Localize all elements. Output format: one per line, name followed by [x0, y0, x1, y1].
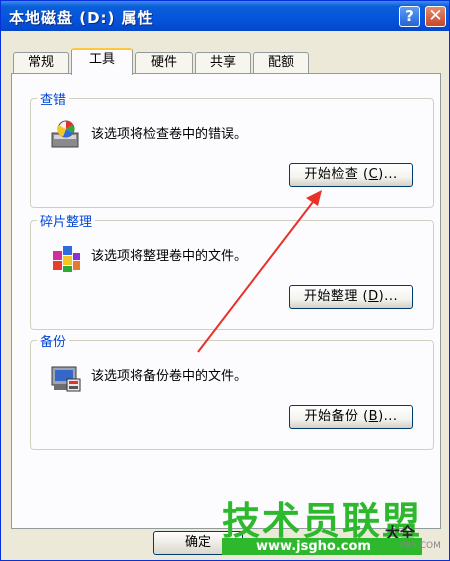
start-defrag-ellipsis: )... [378, 289, 399, 304]
start-check-accesskey: C [368, 167, 379, 182]
start-backup-label: 开始备份 ( [304, 409, 369, 424]
error-check-description: 该选项将检查卷中的错误。 [91, 127, 248, 142]
defrag-title: 碎片整理 [37, 211, 96, 230]
close-icon: ✕ [428, 6, 443, 26]
watermark-fragment: P85.COM [400, 541, 441, 551]
help-button[interactable]: ? [399, 6, 420, 27]
watermark-url: www.jsgho.com [222, 538, 422, 555]
start-backup-ellipsis: )... [378, 409, 398, 424]
tab-sharing[interactable]: 共享 [195, 52, 251, 73]
start-defrag-label: 开始整理 ( [303, 289, 369, 304]
start-check-ellipsis: )... [378, 167, 398, 182]
tab-general[interactable]: 常规 [13, 52, 69, 73]
start-defrag-button[interactable]: 开始整理 (D)... [289, 285, 413, 309]
tab-quota-label: 配额 [267, 55, 294, 70]
tools-tab-panel: 查错 该选项将检查卷中的错误。 开始检查 (C)... 碎片整理 该选项将整理卷… [11, 73, 441, 529]
title-bar[interactable]: 本地磁盘 (D:) 属性 ? ✕ [1, 1, 449, 31]
window-title: 本地磁盘 (D:) 属性 [9, 9, 154, 27]
backup-group: 备份 该选项将备份卷中的文件。 开始备份 (B)... [30, 331, 434, 450]
properties-dialog: 本地磁盘 (D:) 属性 ? ✕ 常规 工具 硬件 共享 配额 查错 该选项将检… [0, 0, 450, 561]
error-check-group: 查错 该选项将检查卷中的错误。 开始检查 (C)... [30, 89, 434, 208]
tab-hardware[interactable]: 硬件 [135, 52, 193, 73]
help-icon: ? [405, 7, 414, 25]
start-check-label: 开始检查 ( [304, 167, 369, 182]
start-backup-button[interactable]: 开始备份 (B)... [289, 405, 413, 429]
tab-tools[interactable]: 工具 [71, 48, 133, 75]
backup-icon [49, 361, 83, 399]
defrag-description: 该选项将整理卷中的文件。 [91, 249, 248, 264]
tab-quota[interactable]: 配额 [253, 52, 309, 73]
tab-hardware-label: 硬件 [150, 55, 177, 70]
start-check-button[interactable]: 开始检查 (C)... [289, 163, 413, 187]
tab-tools-label: 工具 [88, 52, 115, 67]
tab-sharing-label: 共享 [209, 55, 236, 70]
tab-general-label: 常规 [27, 55, 54, 70]
start-backup-accesskey: B [368, 409, 379, 424]
error-check-title: 查错 [37, 89, 70, 108]
start-defrag-accesskey: D [368, 289, 379, 304]
backup-title: 备份 [37, 331, 70, 350]
backup-description: 该选项将备份卷中的文件。 [91, 369, 248, 384]
check-disk-icon [49, 119, 83, 157]
close-button[interactable]: ✕ [425, 6, 446, 27]
defragment-icon [49, 241, 83, 279]
defrag-group: 碎片整理 该选项将整理卷中的文件。 开始整理 (D)... [30, 211, 434, 330]
ok-label: 确定 [184, 535, 211, 550]
